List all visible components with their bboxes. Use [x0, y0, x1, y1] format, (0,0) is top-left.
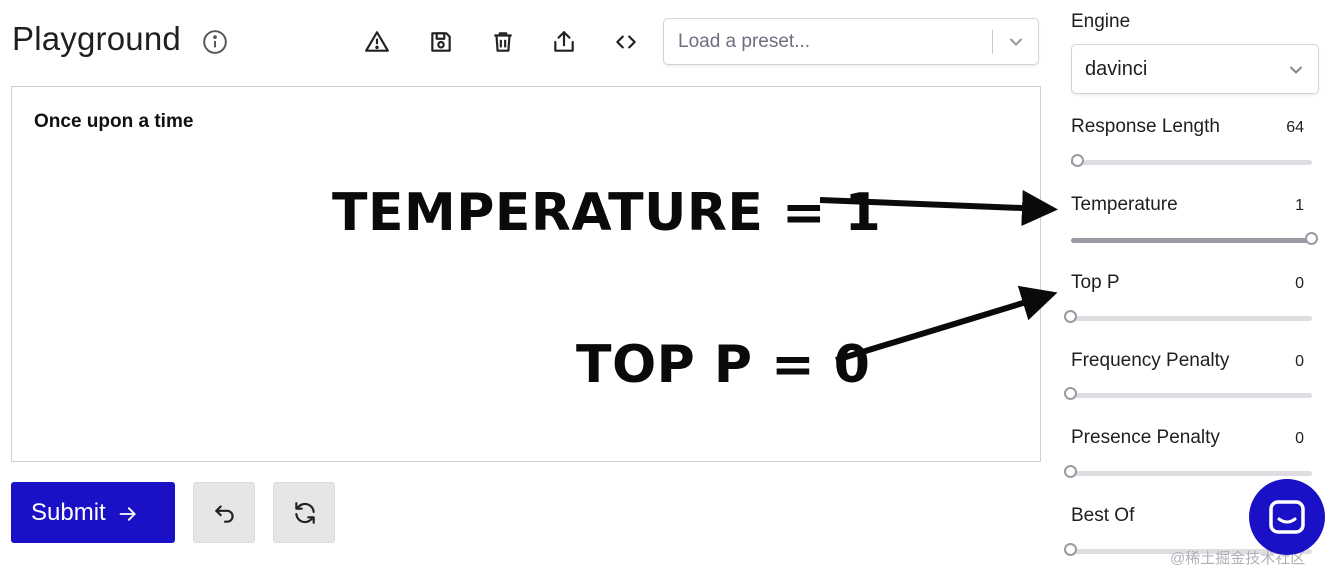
chevron-down-icon[interactable]	[1006, 32, 1026, 52]
page-title: Playground	[12, 20, 181, 57]
slider-thumb[interactable]	[1064, 543, 1077, 556]
temperature-slider[interactable]	[1071, 232, 1318, 245]
submit-label: Submit	[31, 498, 106, 526]
temperature-label: Temperature	[1071, 194, 1178, 215]
top-p-annotation: TOP P = 0	[576, 335, 871, 395]
top-p-value: 0	[1295, 275, 1304, 292]
submit-button[interactable]: Submit	[11, 482, 175, 543]
engine-label: Engine	[1071, 11, 1131, 32]
top-p-slider[interactable]	[1064, 310, 1312, 323]
code-icon[interactable]	[613, 29, 639, 55]
prompt-text: Once upon a time	[34, 111, 194, 132]
share-icon[interactable]	[551, 29, 577, 55]
undo-icon	[215, 505, 234, 523]
presence-penalty-label: Presence Penalty	[1071, 427, 1220, 448]
slider-thumb[interactable]	[1064, 310, 1077, 323]
top-p-label: Top P	[1071, 272, 1120, 293]
engine-select[interactable]: davinci	[1071, 44, 1319, 94]
info-icon[interactable]	[202, 29, 228, 55]
chat-widget-button[interactable]	[1249, 479, 1325, 555]
presence-penalty-slider[interactable]	[1064, 465, 1312, 478]
engine-value: davinci	[1085, 58, 1148, 80]
slider-fill	[1071, 238, 1312, 243]
slider-thumb[interactable]	[1305, 232, 1318, 245]
preset-placeholder: Load a preset...	[678, 31, 811, 52]
presence-penalty-value: 0	[1295, 430, 1304, 447]
slider-thumb[interactable]	[1071, 154, 1085, 167]
best-of-label: Best Of	[1071, 505, 1135, 526]
preset-divider	[992, 30, 993, 54]
response-length-label: Response Length	[1071, 116, 1220, 137]
refresh-icon	[295, 502, 315, 524]
frequency-penalty-slider[interactable]	[1064, 387, 1312, 400]
frequency-penalty-value: 0	[1295, 353, 1304, 370]
regenerate-button[interactable]	[273, 482, 335, 543]
temperature-value: 1	[1295, 197, 1304, 214]
save-icon[interactable]	[428, 29, 454, 55]
prompt-editor[interactable]: Once upon a time	[11, 86, 1041, 462]
response-length-slider[interactable]	[1071, 154, 1312, 167]
trash-icon[interactable]	[490, 29, 516, 55]
frequency-penalty-label: Frequency Penalty	[1071, 350, 1230, 371]
undo-button[interactable]	[193, 482, 255, 543]
slider-thumb[interactable]	[1064, 387, 1077, 400]
chevron-down-icon[interactable]	[1286, 60, 1306, 80]
temperature-annotation: TEMPERATURE = 1	[332, 183, 882, 243]
arrow-right-icon	[118, 503, 138, 523]
preset-select[interactable]: Load a preset...	[663, 18, 1039, 65]
slider-thumb[interactable]	[1064, 465, 1077, 478]
response-length-value: 64	[1286, 119, 1304, 136]
warning-icon[interactable]	[364, 29, 390, 55]
chat-icon	[1269, 500, 1305, 534]
